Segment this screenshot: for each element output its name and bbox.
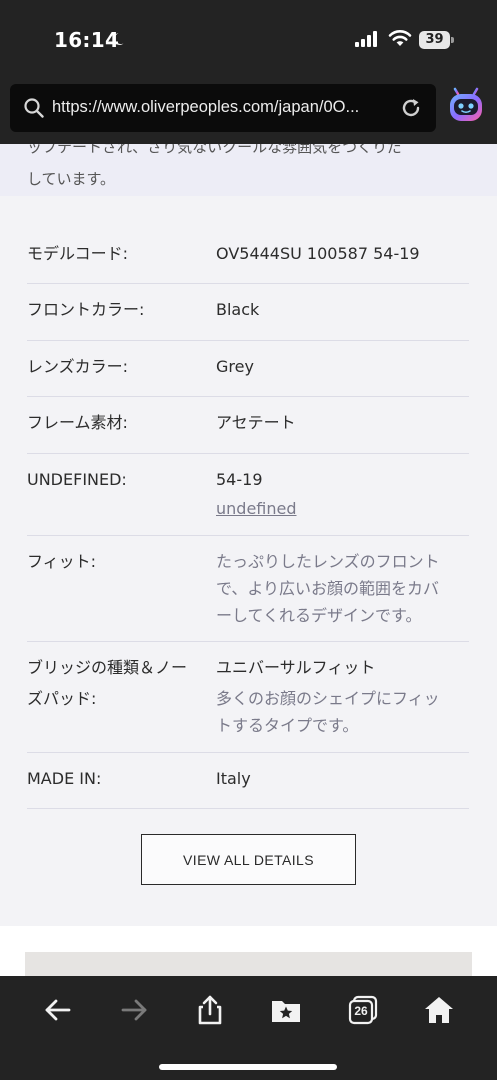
description-box: ッフテートされ、さり気ないクールな雰囲気をつくりだ しています。 — [0, 144, 497, 196]
signal-icon — [355, 31, 377, 47]
spec-value: Grey — [216, 357, 254, 376]
spec-row-undefined: UNDEFINED: 54-19 undefined — [27, 454, 469, 536]
spec-label: フィット: — [27, 552, 97, 571]
spec-table: モデルコード: OV5444SU 100587 54-19 フロントカラー: B… — [27, 228, 469, 809]
spec-row-bridge-type: ブリッジの種類＆ノー ズパッド: ユニバーサルフィット 多くのお顔のシェイプにフ… — [27, 642, 469, 753]
spec-label: UNDEFINED: — [27, 470, 127, 489]
spec-row-front-color: フロントカラー: Black — [27, 284, 469, 341]
address-bar[interactable]: https://www.oliverpeoples.com/japan/0O..… — [10, 84, 436, 132]
spec-label: フレーム素材: — [27, 413, 128, 432]
undefined-link[interactable]: undefined — [216, 499, 297, 518]
spec-row-lens-color: レンズカラー: Grey — [27, 341, 469, 397]
spec-value: OV5444SU 100587 54-19 — [216, 244, 420, 263]
back-arrow-icon[interactable] — [42, 994, 74, 1026]
spec-row-model-code: モデルコード: OV5444SU 100587 54-19 — [27, 228, 469, 284]
spec-value-line: たっぷりしたレンズのフロント — [216, 552, 440, 571]
spec-sub-line: トするタイプです。 — [216, 716, 359, 735]
spec-label-line: ズパッド: — [27, 689, 97, 708]
forward-arrow-icon[interactable] — [118, 994, 150, 1026]
spec-value: アセテート — [216, 413, 296, 432]
status-time: 16:14 — [54, 28, 120, 52]
spec-label: レンズカラー: — [27, 357, 129, 376]
spec-label: MADE IN: — [27, 769, 102, 788]
battery-level: 39 — [419, 31, 450, 49]
spec-value-line: で、より広いお顔の範囲をカバ — [216, 579, 440, 598]
home-indicator[interactable] — [159, 1064, 337, 1070]
spec-label: モデルコード: — [27, 244, 129, 263]
spec-row-fit: フィット: たっぷりしたレンズのフロント で、より広いお顔の範囲をカバ ーしてく… — [27, 536, 469, 642]
spec-label: フロントカラー: — [27, 300, 145, 319]
spec-row-made-in: MADE IN: Italy — [27, 753, 469, 809]
spec-value: ユニバーサルフィット — [216, 658, 376, 677]
description-line: ッフテートされ、さり気ないクールな雰囲気をつくりだ — [27, 144, 403, 156]
search-icon — [24, 98, 44, 118]
spec-value: Black — [216, 300, 260, 319]
spec-value-line: ーしてくれるデザインです。 — [216, 606, 422, 625]
reload-icon[interactable] — [400, 97, 422, 119]
spec-label-line: ブリッジの種類＆ノー — [27, 658, 188, 677]
browser-address-area: https://www.oliverpeoples.com/japan/0O..… — [0, 80, 497, 144]
spec-row-frame-material: フレーム素材: アセテート — [27, 397, 469, 454]
product-details-page: ッフテートされ、さり気ないクールな雰囲気をつくりだ しています。 モデルコード:… — [0, 144, 497, 976]
battery-icon: 39 — [419, 31, 454, 49]
tabs-icon[interactable]: 26 — [347, 994, 379, 1026]
spec-sub-line: 多くのお顔のシェイプにフィッ — [216, 689, 440, 708]
browser-toolbar: 26 — [0, 976, 497, 1080]
description-line: しています。 — [27, 170, 116, 188]
bot-icon[interactable] — [446, 86, 486, 126]
home-icon[interactable] — [423, 994, 455, 1026]
url-text[interactable]: https://www.oliverpeoples.com/japan/0O..… — [52, 98, 392, 117]
product-image-card[interactable] — [25, 952, 472, 976]
view-all-details-button[interactable]: VIEW ALL DETAILS — [141, 834, 356, 885]
status-bar: 16:14 39 — [0, 0, 497, 80]
spec-value: 54-19 — [216, 470, 263, 489]
bookmarks-folder-icon[interactable] — [270, 994, 302, 1026]
tabs-count: 26 — [354, 1004, 368, 1018]
wifi-icon — [388, 30, 412, 46]
share-icon[interactable] — [194, 994, 226, 1026]
spec-value: Italy — [216, 769, 251, 788]
moon-icon — [113, 33, 124, 45]
